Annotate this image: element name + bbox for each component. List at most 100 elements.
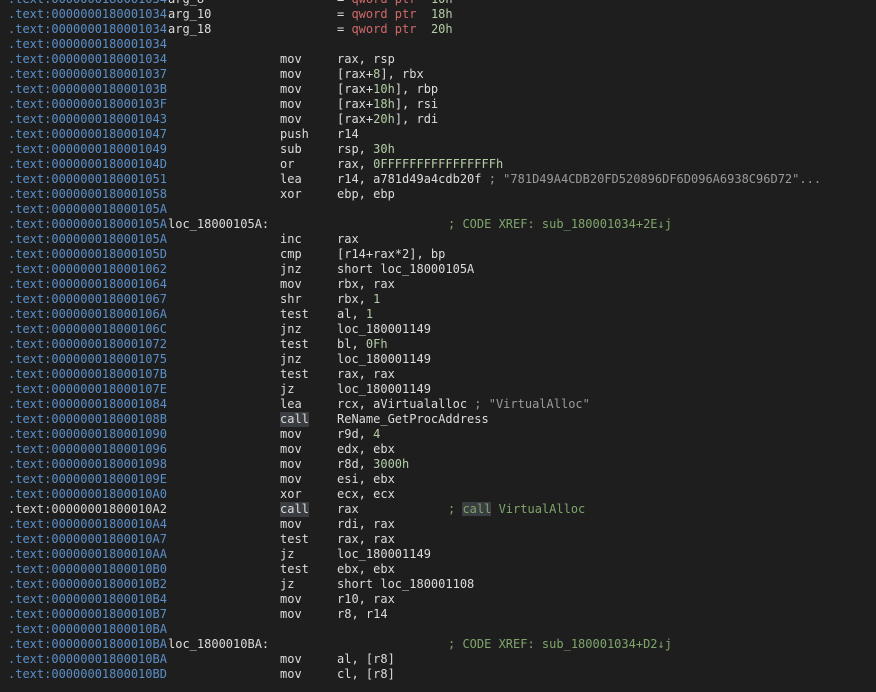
disasm-line[interactable]: .text:0000000180001034 — [0, 37, 876, 52]
mnemonic[interactable]: xor — [280, 487, 302, 502]
operand-token[interactable]: [rax+ — [337, 112, 373, 126]
address[interactable]: .text:00000001800010BA — [8, 652, 167, 667]
operands[interactable]: r8d, 3000h — [337, 457, 409, 472]
disasm-line[interactable]: .text:000000018000108B call ReName_GetProc… — [0, 412, 876, 427]
operands[interactable]: rdi, rax — [337, 517, 395, 532]
mnemonic[interactable]: mov — [280, 652, 302, 667]
address[interactable]: .text:0000000180001084 — [8, 397, 167, 412]
operands[interactable]: [rax+20h], rdi — [337, 112, 438, 127]
operands[interactable]: esi, ebx — [337, 472, 395, 487]
operands[interactable]: ReName_GetProcAddress — [337, 412, 489, 427]
disasm-line[interactable]: .text:0000000180001034 arg_10 = qword ptr … — [0, 7, 876, 22]
operands[interactable]: r9d, 4 — [337, 427, 380, 442]
address[interactable]: .text:000000018000105A — [8, 217, 167, 232]
disasm-line[interactable]: .text:00000001800010A0 xor ecx, ecx — [0, 487, 876, 502]
mnemonic[interactable]: jz — [280, 382, 294, 397]
operand-token[interactable]: 10h — [431, 0, 453, 6]
operand-token[interactable]: short loc_18000105A — [337, 262, 474, 276]
operands[interactable]: [rax+8], rbx — [337, 67, 424, 82]
operand-token[interactable]: r14, a781d49a4cdb20f — [337, 172, 489, 186]
operand-token[interactable]: rax, rsp — [337, 52, 395, 66]
address[interactable]: .text:00000001800010A0 — [8, 487, 167, 502]
mnemonic[interactable]: mov — [280, 472, 302, 487]
operand-token[interactable]: ], rdi — [395, 112, 438, 126]
disasm-line[interactable]: .text:00000001800010B4 mov r10, rax — [0, 592, 876, 607]
address[interactable]: .text:00000001800010B0 — [8, 562, 167, 577]
address[interactable]: .text:0000000180001067 — [8, 292, 167, 307]
disasm-line[interactable]: .text:000000018000105A — [0, 202, 876, 217]
operand-token[interactable]: edx, ebx — [337, 442, 395, 456]
mnemonic[interactable]: mov — [280, 52, 302, 67]
mnemonic[interactable]: call — [280, 412, 309, 427]
disasm-line[interactable]: .text:0000000180001034arg_8 = qword ptr 1… — [0, 0, 876, 7]
operand-token[interactable]: 20h — [373, 112, 395, 126]
mnemonic[interactable]: mov — [280, 112, 302, 127]
operand-token[interactable]: 4 — [373, 427, 380, 441]
address[interactable]: .text:0000000180001034 — [8, 52, 167, 67]
operand-token[interactable]: 0Fh — [366, 337, 388, 351]
address[interactable]: .text:00000001800010A2 — [8, 502, 167, 517]
operand-token[interactable]: ; "VirtualAlloc" — [474, 397, 590, 411]
disasm-line[interactable]: .text:0000000180001090 mov r9d, 4 — [0, 427, 876, 442]
disasm-line[interactable]: .text:0000000180001037 mov [rax+8], rbx — [0, 67, 876, 82]
disasm-line[interactable]: .text:0000000180001034 mov rax, rsp — [0, 52, 876, 67]
mnemonic[interactable]: mov — [280, 82, 302, 97]
disasm-line[interactable]: .text:0000000180001043 mov [rax+20h], rdi — [0, 112, 876, 127]
operand-token[interactable]: rsp, — [337, 142, 373, 156]
disasm-line[interactable]: .text:00000001800010A7 test rax, rax — [0, 532, 876, 547]
disasm-line[interactable]: .text:00000001800010B2 jz short loc_180001… — [0, 577, 876, 592]
mnemonic[interactable]: shr — [280, 292, 302, 307]
address[interactable]: .text:0000000180001098 — [8, 457, 167, 472]
operand-token[interactable]: esi, ebx — [337, 472, 395, 486]
mnemonic[interactable]: mov — [280, 607, 302, 622]
mnemonic[interactable]: mov — [280, 97, 302, 112]
operand-token[interactable]: 18h — [431, 7, 453, 21]
disasm-line[interactable]: .text:00000001800010AA jz loc_180001149 — [0, 547, 876, 562]
disasm-line[interactable]: .text:000000018000106C jnz loc_180001149 — [0, 322, 876, 337]
address[interactable]: .text:00000001800010A4 — [8, 517, 167, 532]
mnemonic[interactable]: test — [280, 337, 309, 352]
disasm-line[interactable]: .text:0000000180001049 sub rsp, 30h — [0, 142, 876, 157]
operand-token[interactable]: [r14+rax*2], bp — [337, 247, 445, 261]
operands[interactable]: [rax+18h], rsi — [337, 97, 438, 112]
address[interactable]: .text:0000000180001075 — [8, 352, 167, 367]
operand-token[interactable]: = — [337, 0, 351, 6]
operand-token[interactable]: qword ptr — [351, 0, 416, 6]
mnemonic[interactable]: inc — [280, 232, 302, 247]
operands[interactable]: r10, rax — [337, 592, 395, 607]
label-name[interactable]: arg_8 — [168, 0, 204, 7]
operands[interactable]: short loc_180001108 — [337, 577, 474, 592]
operand-token[interactable]: ; "781D49A4CDB20FD520896DF6D096A6938C96D… — [489, 172, 821, 186]
disasm-line[interactable]: .text:0000000180001075 jnz loc_180001149 — [0, 352, 876, 367]
address[interactable]: .text:0000000180001034 — [8, 0, 167, 7]
operands[interactable]: rax, rax — [337, 367, 395, 382]
operands[interactable]: r14 — [337, 127, 359, 142]
operands[interactable]: r14, a781d49a4cdb20f ; "781D49A4CDB20FD5… — [337, 172, 821, 187]
operand-token[interactable]: = — [337, 7, 351, 21]
mnemonic[interactable]: mov — [280, 592, 302, 607]
disasm-line[interactable]: .text:0000000180001067 shr rbx, 1 — [0, 292, 876, 307]
operand-token[interactable]: 10h — [373, 82, 395, 96]
disasm-line[interactable]: .text:00000001800010A4 mov rdi, rax — [0, 517, 876, 532]
address[interactable]: .text:000000018000106A — [8, 307, 167, 322]
mnemonic[interactable]: lea — [280, 172, 302, 187]
operand-token[interactable]: loc_180001149 — [337, 547, 431, 561]
operand-token[interactable] — [416, 0, 430, 6]
disasm-line[interactable]: .text:0000000180001034 arg_18 = qword ptr … — [0, 22, 876, 37]
operands[interactable]: rsp, 30h — [337, 142, 395, 157]
disasm-line[interactable]: .text:00000001800010BD mov cl, [r8] — [0, 667, 876, 682]
address[interactable]: .text:0000000180001047 — [8, 127, 167, 142]
operand-token[interactable]: ], rbx — [380, 67, 423, 81]
disasm-line[interactable]: .text:0000000180001058 xor ebp, ebp — [0, 187, 876, 202]
mnemonic[interactable]: jz — [280, 577, 294, 592]
mnemonic[interactable]: sub — [280, 142, 302, 157]
mnemonic[interactable]: test — [280, 367, 309, 382]
address[interactable]: .text:0000000180001072 — [8, 337, 167, 352]
disasm-line[interactable]: .text:000000018000105D cmp [r14+rax*2], bp — [0, 247, 876, 262]
operand-token[interactable]: ], rsi — [395, 97, 438, 111]
operands[interactable]: edx, ebx — [337, 442, 395, 457]
disasm-line[interactable]: .text:00000001800010BA — [0, 622, 876, 637]
operand-token[interactable]: 20h — [431, 22, 453, 36]
operand-token[interactable]: ebp, ebp — [337, 187, 395, 201]
address[interactable]: .text:000000018000105A — [8, 232, 167, 247]
